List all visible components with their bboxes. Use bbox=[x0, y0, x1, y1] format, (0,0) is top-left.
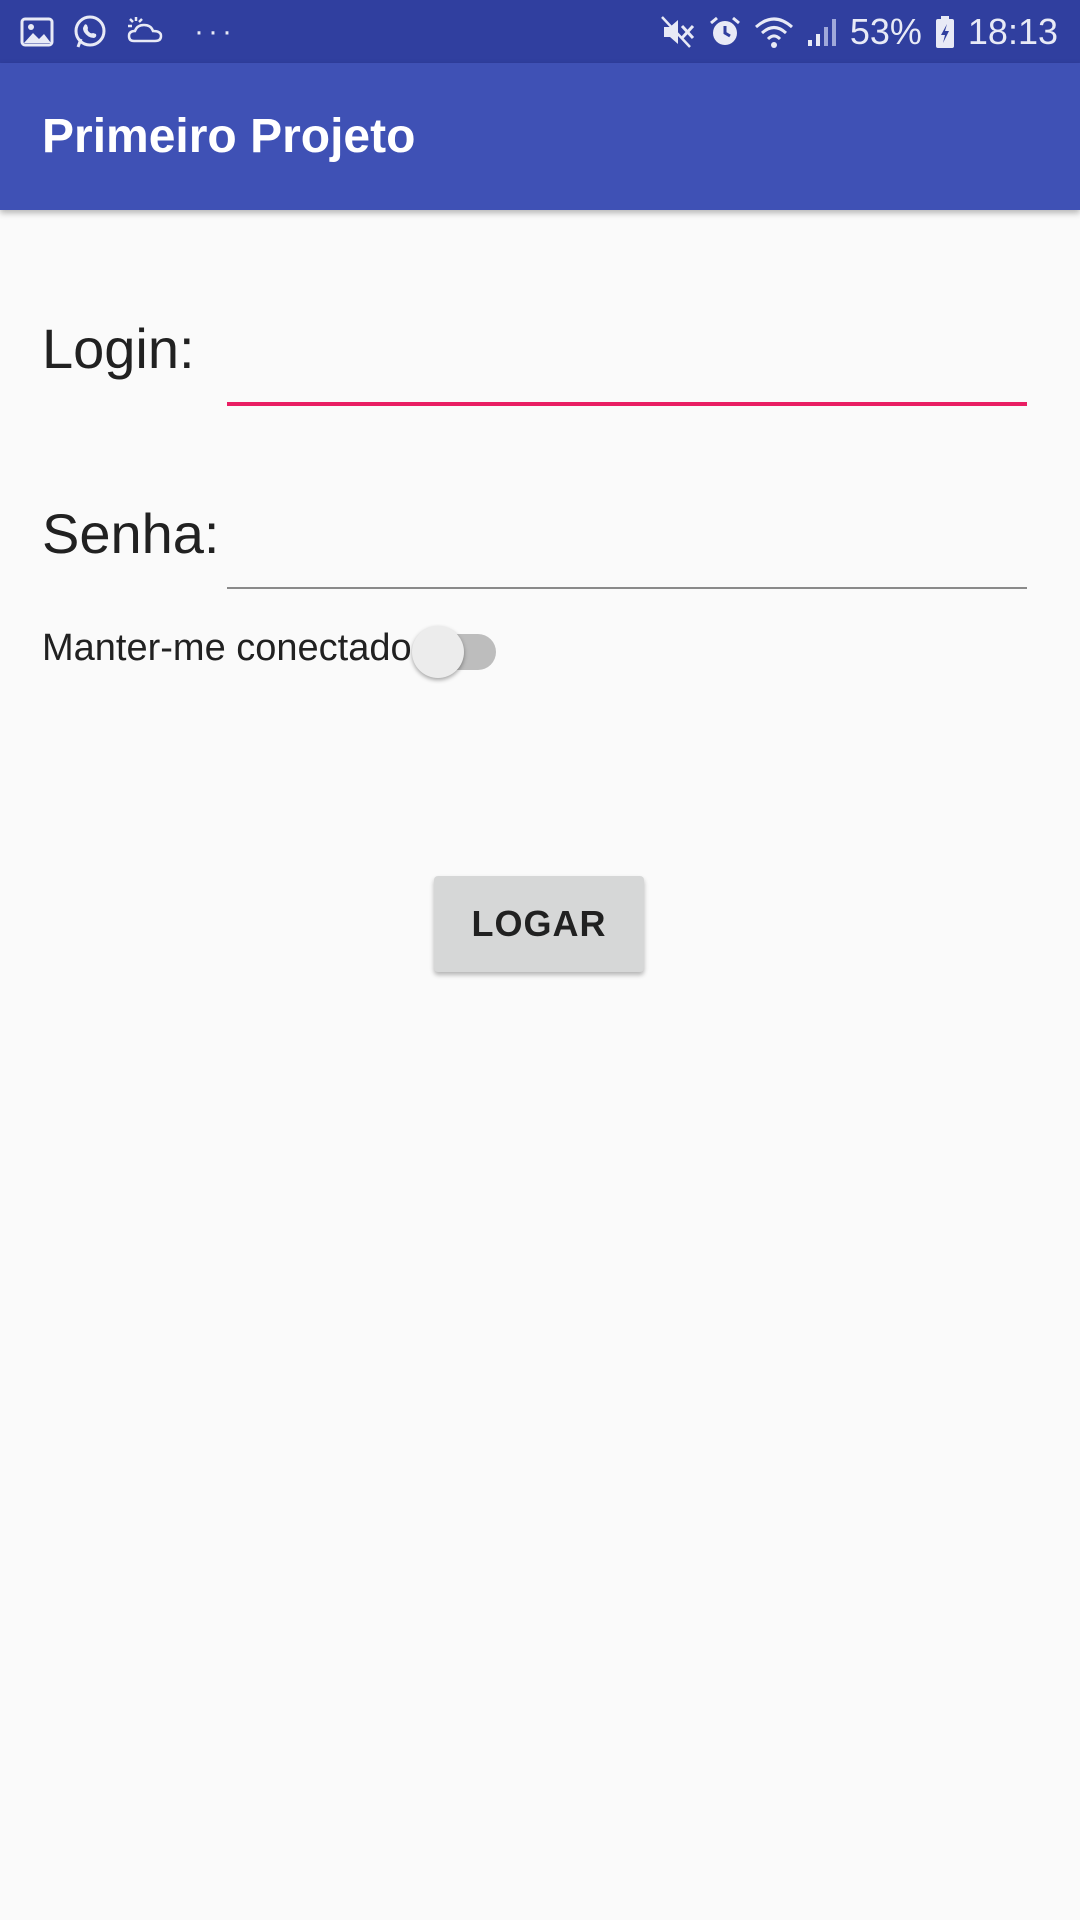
logar-button[interactable]: LOGAR bbox=[434, 876, 644, 972]
clock: 18:13 bbox=[967, 11, 1058, 52]
battery-charging-icon bbox=[934, 15, 956, 49]
signal-icon bbox=[806, 16, 838, 48]
login-label: Login: bbox=[42, 317, 195, 380]
status-bar-system: 53% 18:13 bbox=[660, 8, 1058, 56]
app-title: Primeiro Projeto bbox=[42, 110, 416, 163]
mute-icon bbox=[660, 15, 696, 49]
switch-thumb bbox=[412, 626, 464, 678]
status-bar: ··· 53% 18:13 bbox=[0, 0, 1080, 63]
senha-label: Senha: bbox=[42, 502, 220, 565]
gallery-icon bbox=[20, 17, 54, 47]
battery-percentage: 53% bbox=[849, 11, 922, 52]
keep-connected-label: Manter-me conectado bbox=[42, 627, 412, 669]
more-notifications-icon: ··· bbox=[194, 15, 236, 48]
wifi-icon bbox=[754, 15, 794, 49]
keep-connected-switch[interactable] bbox=[412, 622, 496, 678]
app-bar: Primeiro Projeto bbox=[0, 63, 1080, 210]
senha-input[interactable] bbox=[227, 517, 1027, 589]
cloud-sun-icon bbox=[126, 15, 166, 49]
alarm-icon bbox=[708, 15, 742, 49]
status-bar-notifications: ··· bbox=[20, 12, 236, 52]
whatsapp-icon bbox=[72, 14, 108, 50]
login-input[interactable] bbox=[227, 332, 1027, 406]
